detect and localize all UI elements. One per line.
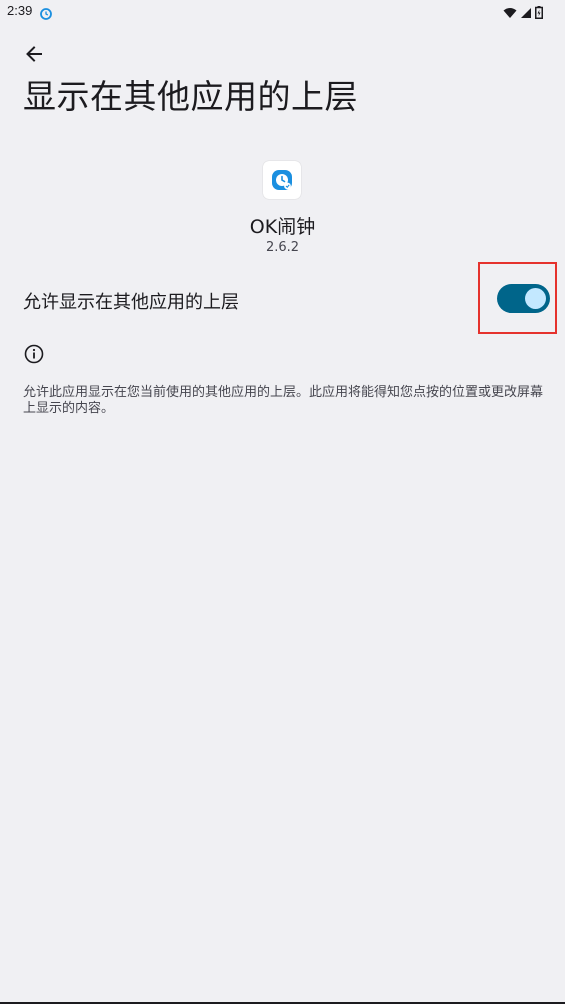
page-title: 显示在其他应用的上层 (23, 77, 358, 116)
ok-alarm-clock-icon (272, 170, 292, 190)
status-bar: 2:39 (0, 0, 565, 24)
toggle-thumb (525, 288, 546, 309)
status-time: 2:39 (7, 3, 33, 18)
back-button[interactable] (18, 38, 50, 70)
info-icon (24, 344, 44, 364)
overlay-permission-toggle[interactable] (497, 284, 550, 313)
permission-description: 允许此应用显示在您当前使用的其他应用的上层。此应用将能得知您点按的位置或更改屏幕… (23, 385, 544, 416)
status-icons (503, 4, 543, 23)
battery-icon (535, 4, 543, 23)
setting-label[interactable]: 允许显示在其他应用的上层 (23, 288, 239, 314)
cellular-signal-icon (520, 4, 532, 23)
app-icon (263, 161, 301, 199)
app-name: OK闹钟 (249, 216, 316, 238)
app-notification-icon (40, 5, 52, 20)
arrow-back-icon (26, 46, 42, 62)
wifi-icon (503, 4, 517, 23)
app-version: 2.6.2 (265, 240, 300, 255)
